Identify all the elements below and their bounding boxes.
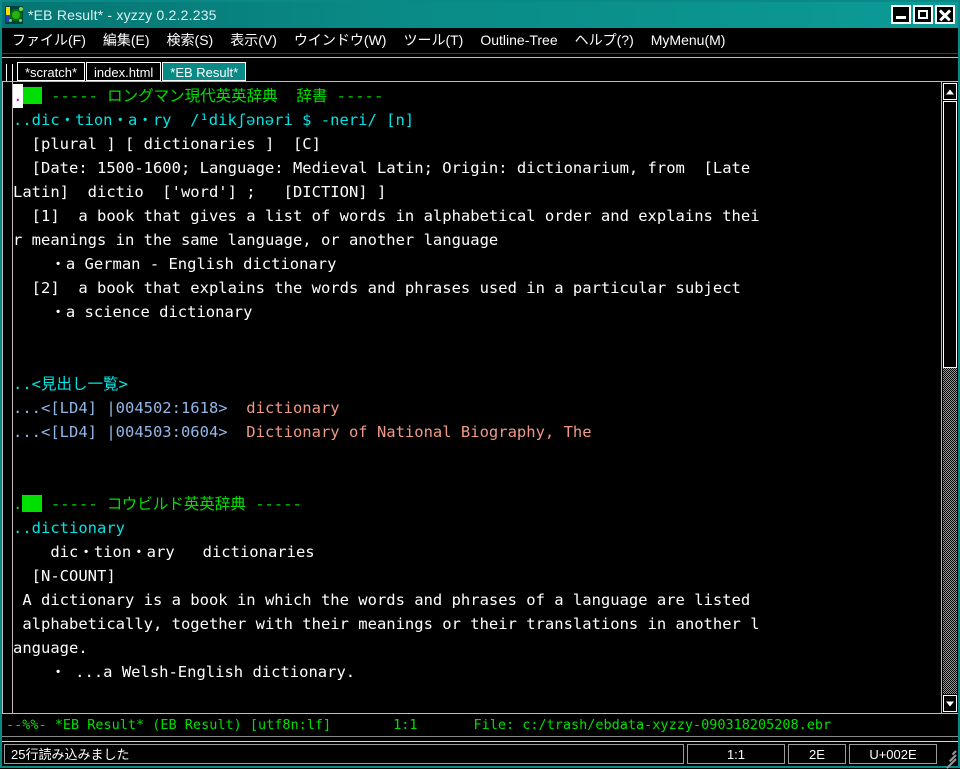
- editor-text-span: Latin] dictio ['word'] ; [DICTION] ]: [13, 183, 387, 201]
- editor-text-span: r meanings in the same language, or anot…: [13, 231, 499, 249]
- editor-line: ..<見出し一覧>: [13, 372, 941, 396]
- editor-line: ・a science dictionary: [13, 300, 941, 324]
- mode-line-file-path: File: c:/trash/ebdata-xyzzy-090318205208…: [473, 717, 832, 733]
- editor-text-span: dic・tion・ary dictionaries: [13, 543, 315, 561]
- menu-item-mymenu[interactable]: MyMenu(M): [651, 32, 726, 48]
- editor-line: [Date: 1500-1600; Language: Medieval Lat…: [13, 156, 941, 180]
- menu-item-edit[interactable]: 編集(E): [103, 30, 150, 50]
- turtle-icon: [5, 6, 23, 24]
- editor-line: . ----- ロングマン現代英英辞典 辞書 -----: [13, 84, 941, 108]
- menu-item-file[interactable]: ファイル(F): [12, 30, 86, 50]
- menu-item-tools[interactable]: ツール(T): [403, 30, 463, 50]
- editor-text-span: ・a German - English dictionary: [13, 255, 337, 273]
- editor-text-span: ・ ...a Welsh-English dictionary.: [13, 663, 356, 681]
- editor-text-span: ..dictionary: [13, 519, 125, 537]
- editor-text-span: ----- コウビルド英英辞典 -----: [41, 495, 302, 513]
- scroll-up-button[interactable]: [943, 83, 957, 100]
- tab-eb-result[interactable]: *EB Result*: [162, 62, 247, 81]
- editor-text-span: [Date: 1500-1600; Language: Medieval Lat…: [13, 159, 751, 177]
- close-button[interactable]: [935, 5, 955, 24]
- editor-line: ..dictionary: [13, 516, 941, 540]
- editor-line: A dictionary is a book in which the word…: [13, 588, 941, 612]
- editor-line: [N-COUNT]: [13, 564, 941, 588]
- editor-line: Latin] dictio ['word'] ; [DICTION] ]: [13, 180, 941, 204]
- editor-line: ..dic・tion・a・ry /¹dikʃənəri $ -neri/ [n]: [13, 108, 941, 132]
- resize-grip-icon[interactable]: [942, 747, 957, 769]
- editor-text-span: [1] a book that gives a list of words in…: [13, 207, 760, 225]
- editor-line: alphabetically, together with their mean…: [13, 612, 941, 636]
- tab-bar: *scratch* index.html *EB Result*: [2, 58, 958, 81]
- menu-item-outline-tree[interactable]: Outline-Tree: [480, 32, 557, 48]
- editor-text-span: ...<[LD4] |004503:0604>: [13, 423, 247, 441]
- editor-line: ・a German - English dictionary: [13, 252, 941, 276]
- title-bar: *EB Result* - xyzzy 0.2.2.235: [2, 2, 958, 28]
- editor-text-span: Dictionary of National Biography, The: [246, 423, 592, 441]
- editor-line: ・ ...a Welsh-English dictionary.: [13, 660, 941, 684]
- editor-line: ...<[LD4] |004502:1618> dictionary: [13, 396, 941, 420]
- menu-bar: ファイル(F) 編集(E) 検索(S) 表示(V) ウインドウ(W) ツール(T…: [2, 28, 958, 53]
- editor-line: ...<[LD4] |004503:0604> Dictionary of Na…: [13, 420, 941, 444]
- editor-text-span: ..dic・tion・a・ry /¹dikʃənəri $ -neri/ [n]: [13, 111, 415, 129]
- maximize-button[interactable]: [913, 5, 933, 24]
- editor-line: [plural ] [ dictionaries ] [C]: [13, 132, 941, 156]
- status-codepoint: U+002E: [849, 744, 937, 764]
- tab-scratch[interactable]: *scratch*: [17, 62, 86, 81]
- scrollbar-thumb[interactable]: [943, 101, 957, 368]
- scrollbar-track[interactable]: [943, 101, 957, 694]
- minimize-icon: [896, 16, 906, 19]
- editor-line: dic・tion・ary dictionaries: [13, 540, 941, 564]
- editor-text-span: anguage.: [13, 639, 88, 657]
- editor-text-span: .: [13, 495, 23, 513]
- section-marker-block: [22, 495, 42, 512]
- mode-line-position: 1:1: [393, 717, 418, 733]
- menu-item-help[interactable]: ヘルプ(?): [575, 30, 634, 50]
- editor-line: . ----- コウビルド英英辞典 -----: [13, 492, 941, 516]
- editor-line: r meanings in the same language, or anot…: [13, 228, 941, 252]
- editor-line: anguage.: [13, 636, 941, 660]
- mode-line-buffer-info: --%%- *EB Result* (EB Result) [utf8n:lf]: [6, 717, 332, 733]
- editor-line: [1] a book that gives a list of words in…: [13, 204, 941, 228]
- xyzzy-main-window: *EB Result* - xyzzy 0.2.2.235 ファイル(F) 編集…: [0, 0, 960, 769]
- editor-fringe: [2, 82, 13, 713]
- minimize-button[interactable]: [891, 5, 911, 24]
- editor-text-span: ----- ロングマン現代英英辞典 辞書 -----: [41, 87, 384, 105]
- editor-text-area[interactable]: . ----- ロングマン現代英英辞典 辞書 ----- ..dic・tion・a…: [13, 82, 941, 713]
- scroll-up-icon: [946, 89, 954, 94]
- maximize-icon: [918, 10, 928, 19]
- editor-text-span: ..<見出し一覧>: [13, 375, 128, 393]
- editor-line: [2] a book that explains the words and p…: [13, 276, 941, 300]
- scroll-down-icon: [946, 701, 954, 706]
- tab-bar-grip[interactable]: [6, 64, 13, 81]
- tab-index-html[interactable]: index.html: [86, 62, 162, 81]
- editor-text-span: ・a science dictionary: [13, 303, 253, 321]
- status-position: 1:1: [687, 744, 785, 764]
- window-title: *EB Result* - xyzzy 0.2.2.235: [28, 7, 217, 23]
- menu-item-view[interactable]: 表示(V): [230, 30, 277, 50]
- editor-area: . ----- ロングマン現代英英辞典 辞書 ----- ..dic・tion・a…: [2, 81, 958, 713]
- status-message: 25行読み込みました: [4, 744, 684, 764]
- mode-line: --%%- *EB Result* (EB Result) [utf8n:lf]…: [2, 713, 958, 736]
- window-controls: [891, 5, 955, 24]
- editor-text-span: [plural ] [ dictionaries ] [C]: [13, 135, 321, 153]
- editor-text-span: A dictionary is a book in which the word…: [13, 591, 751, 609]
- menu-item-window[interactable]: ウインドウ(W): [294, 30, 387, 50]
- editor-text-span: ...<[LD4] |004502:1618>: [13, 399, 247, 417]
- section-marker-block: [22, 87, 42, 104]
- editor-text-span: dictionary: [246, 399, 340, 417]
- editor-text-span: alphabetically, together with their mean…: [13, 615, 760, 633]
- scroll-down-button[interactable]: [943, 695, 957, 712]
- vertical-scrollbar[interactable]: [941, 82, 958, 713]
- editor-text-span: [2] a book that explains the words and p…: [13, 279, 741, 297]
- menu-item-search[interactable]: 検索(S): [167, 30, 214, 50]
- editor-lines: . ----- ロングマン現代英英辞典 辞書 ----- ..dic・tion・a…: [13, 82, 941, 684]
- status-bar: 25行読み込みました 1:1 2E U+002E: [2, 742, 958, 769]
- editor-text-span: [N-COUNT]: [13, 567, 116, 585]
- text-cursor: .: [13, 84, 23, 108]
- status-hex-value: 2E: [788, 744, 846, 764]
